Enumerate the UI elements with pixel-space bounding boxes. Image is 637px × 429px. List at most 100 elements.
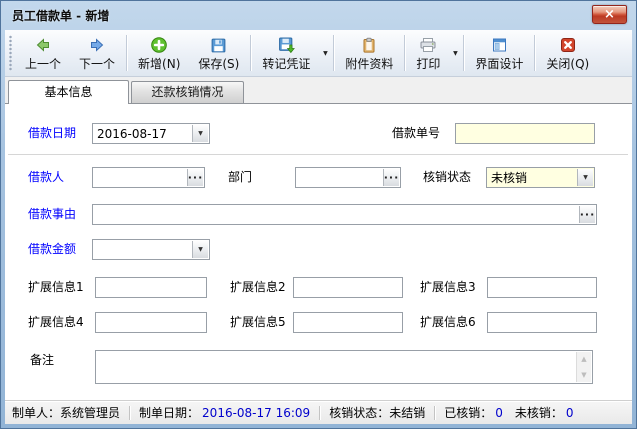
arrow-right-icon xyxy=(88,36,106,55)
next-button[interactable]: 下一个 xyxy=(70,32,124,74)
not-written-off-label: 未核销： xyxy=(515,404,563,421)
transfer-voucher-label: 转记凭证 xyxy=(262,58,310,71)
not-written-off-value: 0 xyxy=(566,406,574,420)
close-label: 关闭(Q) xyxy=(546,58,589,71)
loan-amount-dropdown-button[interactable]: ▼ xyxy=(192,241,208,258)
loan-date-dropdown-button[interactable]: ▼ xyxy=(192,125,208,142)
plus-circle-icon xyxy=(150,36,168,55)
toolbar-separator xyxy=(463,35,464,71)
ext-info-6-label: 扩展信息6 xyxy=(420,315,476,330)
print-dropdown-arrow[interactable]: ▼ xyxy=(449,32,461,74)
writeoff-status-dropdown-button[interactable]: ▼ xyxy=(577,169,593,186)
chevron-down-icon: ▼ xyxy=(198,131,203,137)
tab-repayment-writeoff[interactable]: 还款核销情况 xyxy=(131,81,244,103)
loan-no-input[interactable] xyxy=(456,124,594,143)
ext-info-2-label: 扩展信息2 xyxy=(230,280,286,295)
writeoff-state-label: 核销状态： xyxy=(329,404,389,421)
chevron-down-icon: ▼ xyxy=(583,175,588,181)
close-x-icon: × xyxy=(604,8,615,21)
close-red-icon xyxy=(560,36,576,55)
created-date-label: 制单日期： xyxy=(139,404,199,421)
remark-field: ▲ ▼ xyxy=(95,350,593,384)
transfer-voucher-icon xyxy=(278,36,295,55)
department-field: ··· xyxy=(295,167,401,188)
creator-label: 制单人： xyxy=(12,404,60,421)
loan-reason-lookup-button[interactable]: ··· xyxy=(579,206,595,223)
toolbar: 上一个 下一个 新增(N) 保存(S) xyxy=(5,30,632,77)
created-date-value: 2016-08-17 16:09 xyxy=(202,406,310,420)
basic-info-panel: 借款日期 ▼ 借款单号 借款人 ··· 部门 xyxy=(5,103,632,400)
loan-date-label: 借款日期 xyxy=(28,126,76,141)
window-title: 员工借款单 - 新增 xyxy=(5,7,109,24)
new-button[interactable]: 新增(N) xyxy=(129,32,189,74)
ext-info-5-input[interactable] xyxy=(294,313,402,332)
loan-no-field xyxy=(455,123,595,144)
written-off-value: 0 xyxy=(495,406,503,420)
next-label: 下一个 xyxy=(79,58,115,71)
writeoff-status-label: 核销状态 xyxy=(423,170,471,185)
ext-info-1-field xyxy=(95,277,207,298)
ext-info-5-label: 扩展信息5 xyxy=(230,315,286,330)
ext-info-1-label: 扩展信息1 xyxy=(28,280,84,295)
ext-info-1-input[interactable] xyxy=(96,278,206,297)
tab-basic-info[interactable]: 基本信息 xyxy=(8,80,129,104)
toolbar-separator xyxy=(126,35,127,71)
ext-info-2-input[interactable] xyxy=(294,278,402,297)
ext-info-3-input[interactable] xyxy=(488,278,596,297)
ext-info-6-input[interactable] xyxy=(488,313,596,332)
borrower-field: ··· xyxy=(92,167,205,188)
loan-no-label: 借款单号 xyxy=(392,126,440,141)
attachments-button[interactable]: 附件资料 xyxy=(336,32,402,74)
ellipsis-icon: ··· xyxy=(188,172,204,183)
loan-reason-field: ··· xyxy=(92,204,597,225)
remark-textarea[interactable] xyxy=(96,351,592,383)
toolbar-separator xyxy=(250,35,251,71)
loan-amount-label: 借款金额 xyxy=(28,242,76,257)
department-label: 部门 xyxy=(228,170,252,185)
creator-value: 系统管理员 xyxy=(60,404,120,421)
printer-icon xyxy=(419,36,437,55)
ext-info-3-field xyxy=(487,277,597,298)
save-label: 保存(S) xyxy=(198,58,239,71)
ext-info-5-field xyxy=(293,312,403,333)
scroll-down-icon: ▼ xyxy=(581,371,586,379)
window-close-button[interactable]: × xyxy=(592,5,627,24)
chevron-down-icon: ▼ xyxy=(323,50,328,57)
titlebar[interactable]: 员工借款单 - 新增 × xyxy=(5,1,632,30)
ext-info-2-field xyxy=(293,277,403,298)
ext-info-4-field xyxy=(95,312,207,333)
prev-label: 上一个 xyxy=(25,58,61,71)
print-label: 打印 xyxy=(416,58,440,71)
prev-button[interactable]: 上一个 xyxy=(16,32,70,74)
save-button[interactable]: 保存(S) xyxy=(189,32,248,74)
remark-scrollbar[interactable]: ▲ ▼ xyxy=(576,352,591,382)
employee-loan-window: 员工借款单 - 新增 × 上一个 下一个 xyxy=(0,0,637,429)
loan-date-combobox: ▼ xyxy=(92,123,210,144)
transfer-voucher-button[interactable]: 转记凭证 xyxy=(253,32,319,74)
department-lookup-button[interactable]: ··· xyxy=(383,169,399,186)
ui-design-button[interactable]: 界面设计 xyxy=(466,32,532,74)
new-label: 新增(N) xyxy=(138,58,180,71)
statusbar-separator xyxy=(319,406,320,420)
borrower-label: 借款人 xyxy=(28,170,64,185)
attachment-clipboard-icon xyxy=(361,36,377,55)
statusbar-separator xyxy=(129,406,130,420)
writeoff-state-value: 未结销 xyxy=(389,404,425,421)
scroll-up-icon: ▲ xyxy=(581,355,586,363)
print-button[interactable]: 打印 xyxy=(407,32,449,74)
tabstrip: 基本信息 还款核销情况 xyxy=(5,77,632,103)
loan-reason-input[interactable] xyxy=(93,205,596,224)
close-button[interactable]: 关闭(Q) xyxy=(537,32,598,74)
chevron-down-icon: ▼ xyxy=(198,247,203,253)
chevron-down-icon: ▼ xyxy=(453,50,458,57)
borrower-lookup-button[interactable]: ··· xyxy=(187,169,203,186)
ui-design-icon xyxy=(491,36,508,55)
ellipsis-icon: ··· xyxy=(580,209,596,220)
transfer-voucher-dropdown-arrow[interactable]: ▼ xyxy=(319,32,331,74)
written-off-label: 已核销： xyxy=(444,404,492,421)
ext-info-4-label: 扩展信息4 xyxy=(28,315,84,330)
toolbar-grip-handle[interactable] xyxy=(9,35,12,71)
arrow-left-icon xyxy=(34,36,52,55)
section-divider xyxy=(8,154,628,155)
ext-info-4-input[interactable] xyxy=(96,313,206,332)
